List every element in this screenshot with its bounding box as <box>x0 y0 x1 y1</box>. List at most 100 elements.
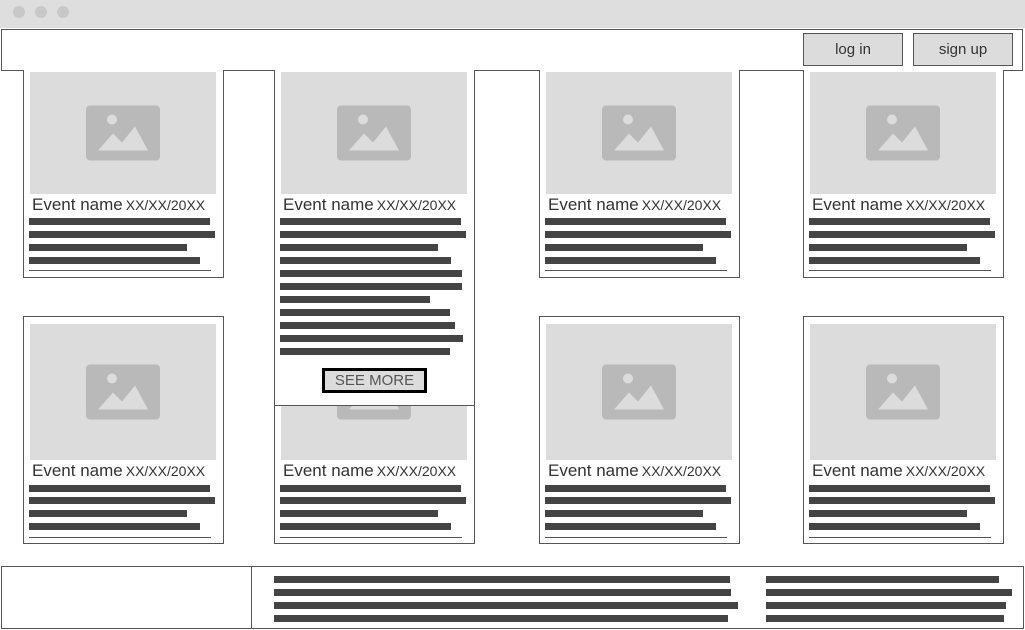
text-line <box>280 283 462 290</box>
text-line <box>280 257 451 264</box>
text-line <box>545 510 703 517</box>
event-name: Event name <box>283 461 374 480</box>
event-name: Event name <box>548 461 639 480</box>
image-placeholder-icon <box>602 364 676 420</box>
event-image <box>546 72 732 194</box>
text-line <box>280 485 461 492</box>
event-image <box>810 72 996 194</box>
event-title: Event name XX/XX/20XX <box>812 195 985 215</box>
event-name: Event name <box>812 195 903 214</box>
event-date: XX/XX/20XX <box>376 463 457 479</box>
event-name: Event name <box>32 461 123 480</box>
text-line <box>280 322 455 329</box>
text-line <box>809 231 995 238</box>
event-title: Event name XX/XX/20XX <box>283 195 456 215</box>
text-line <box>280 231 466 238</box>
event-image <box>30 72 216 194</box>
event-image <box>810 324 996 460</box>
image-placeholder-icon <box>86 364 160 420</box>
text-line <box>280 348 450 355</box>
text-line <box>29 244 187 251</box>
login-button[interactable]: log in <box>803 33 903 66</box>
text-line <box>809 257 980 264</box>
image-placeholder-icon <box>866 364 940 420</box>
footer-text-line <box>274 602 738 609</box>
event-title: Event name XX/XX/20XX <box>32 195 205 215</box>
event-title: Event name XX/XX/20XX <box>548 461 721 481</box>
text-line <box>280 335 463 342</box>
text-line <box>809 523 980 530</box>
text-line <box>280 270 462 277</box>
event-date: XX/XX/20XX <box>641 197 722 213</box>
text-line <box>809 510 967 517</box>
event-image <box>281 72 467 194</box>
footer-text-line <box>274 589 731 596</box>
signup-button[interactable]: sign up <box>913 33 1013 66</box>
text-line <box>29 523 200 530</box>
event-title: Event name XX/XX/20XX <box>283 461 456 481</box>
event-date: XX/XX/20XX <box>125 463 206 479</box>
text-line <box>545 231 731 238</box>
see-more-button[interactable]: SEE MORE <box>322 368 427 393</box>
text-line <box>29 231 215 238</box>
text-line <box>545 244 703 251</box>
footer-text-line <box>766 576 999 583</box>
event-image <box>30 324 216 460</box>
text-line <box>280 244 438 251</box>
image-placeholder-icon <box>86 105 160 161</box>
text-line <box>280 523 451 530</box>
divider <box>809 537 991 538</box>
image-placeholder-icon <box>866 105 940 161</box>
text-line <box>280 497 466 504</box>
event-date: XX/XX/20XX <box>125 197 206 213</box>
divider <box>280 537 462 538</box>
text-line <box>280 218 461 225</box>
text-line <box>545 218 726 225</box>
event-name: Event name <box>548 195 639 214</box>
text-line <box>280 309 450 316</box>
text-line <box>545 257 716 264</box>
divider <box>29 537 211 538</box>
text-line <box>280 296 430 303</box>
footer-text-line <box>274 576 730 583</box>
event-image <box>546 324 732 460</box>
event-title: Event name XX/XX/20XX <box>548 195 721 215</box>
image-placeholder-icon <box>602 105 676 161</box>
text-line <box>29 497 215 504</box>
text-line <box>809 218 990 225</box>
text-line <box>29 510 187 517</box>
text-line <box>809 485 990 492</box>
footer-divider <box>251 567 252 629</box>
event-date: XX/XX/20XX <box>641 463 722 479</box>
divider <box>545 270 727 271</box>
text-line <box>545 523 716 530</box>
event-date: XX/XX/20XX <box>376 197 457 213</box>
event-date: XX/XX/20XX <box>905 463 986 479</box>
window-titlebar <box>0 0 1025 28</box>
event-date: XX/XX/20XX <box>905 197 986 213</box>
text-line <box>545 485 726 492</box>
footer-text-line <box>766 615 1004 622</box>
close-window-icon[interactable] <box>13 6 25 18</box>
footer-text-line <box>766 589 1012 596</box>
image-placeholder-icon <box>337 105 411 161</box>
footer-text-line <box>274 615 728 622</box>
text-line <box>809 497 995 504</box>
event-title: Event name XX/XX/20XX <box>812 461 985 481</box>
footer-text-line <box>766 602 1006 609</box>
minimize-window-icon[interactable] <box>35 6 47 18</box>
divider <box>809 270 991 271</box>
text-line <box>545 497 731 504</box>
event-name: Event name <box>812 461 903 480</box>
maximize-window-icon[interactable] <box>57 6 69 18</box>
text-line <box>280 510 438 517</box>
event-name: Event name <box>283 195 374 214</box>
event-title: Event name XX/XX/20XX <box>32 461 205 481</box>
divider <box>545 537 727 538</box>
event-name: Event name <box>32 195 123 214</box>
text-line <box>29 485 210 492</box>
divider <box>29 270 211 271</box>
text-line <box>809 244 967 251</box>
text-line <box>29 257 200 264</box>
text-line <box>29 218 210 225</box>
